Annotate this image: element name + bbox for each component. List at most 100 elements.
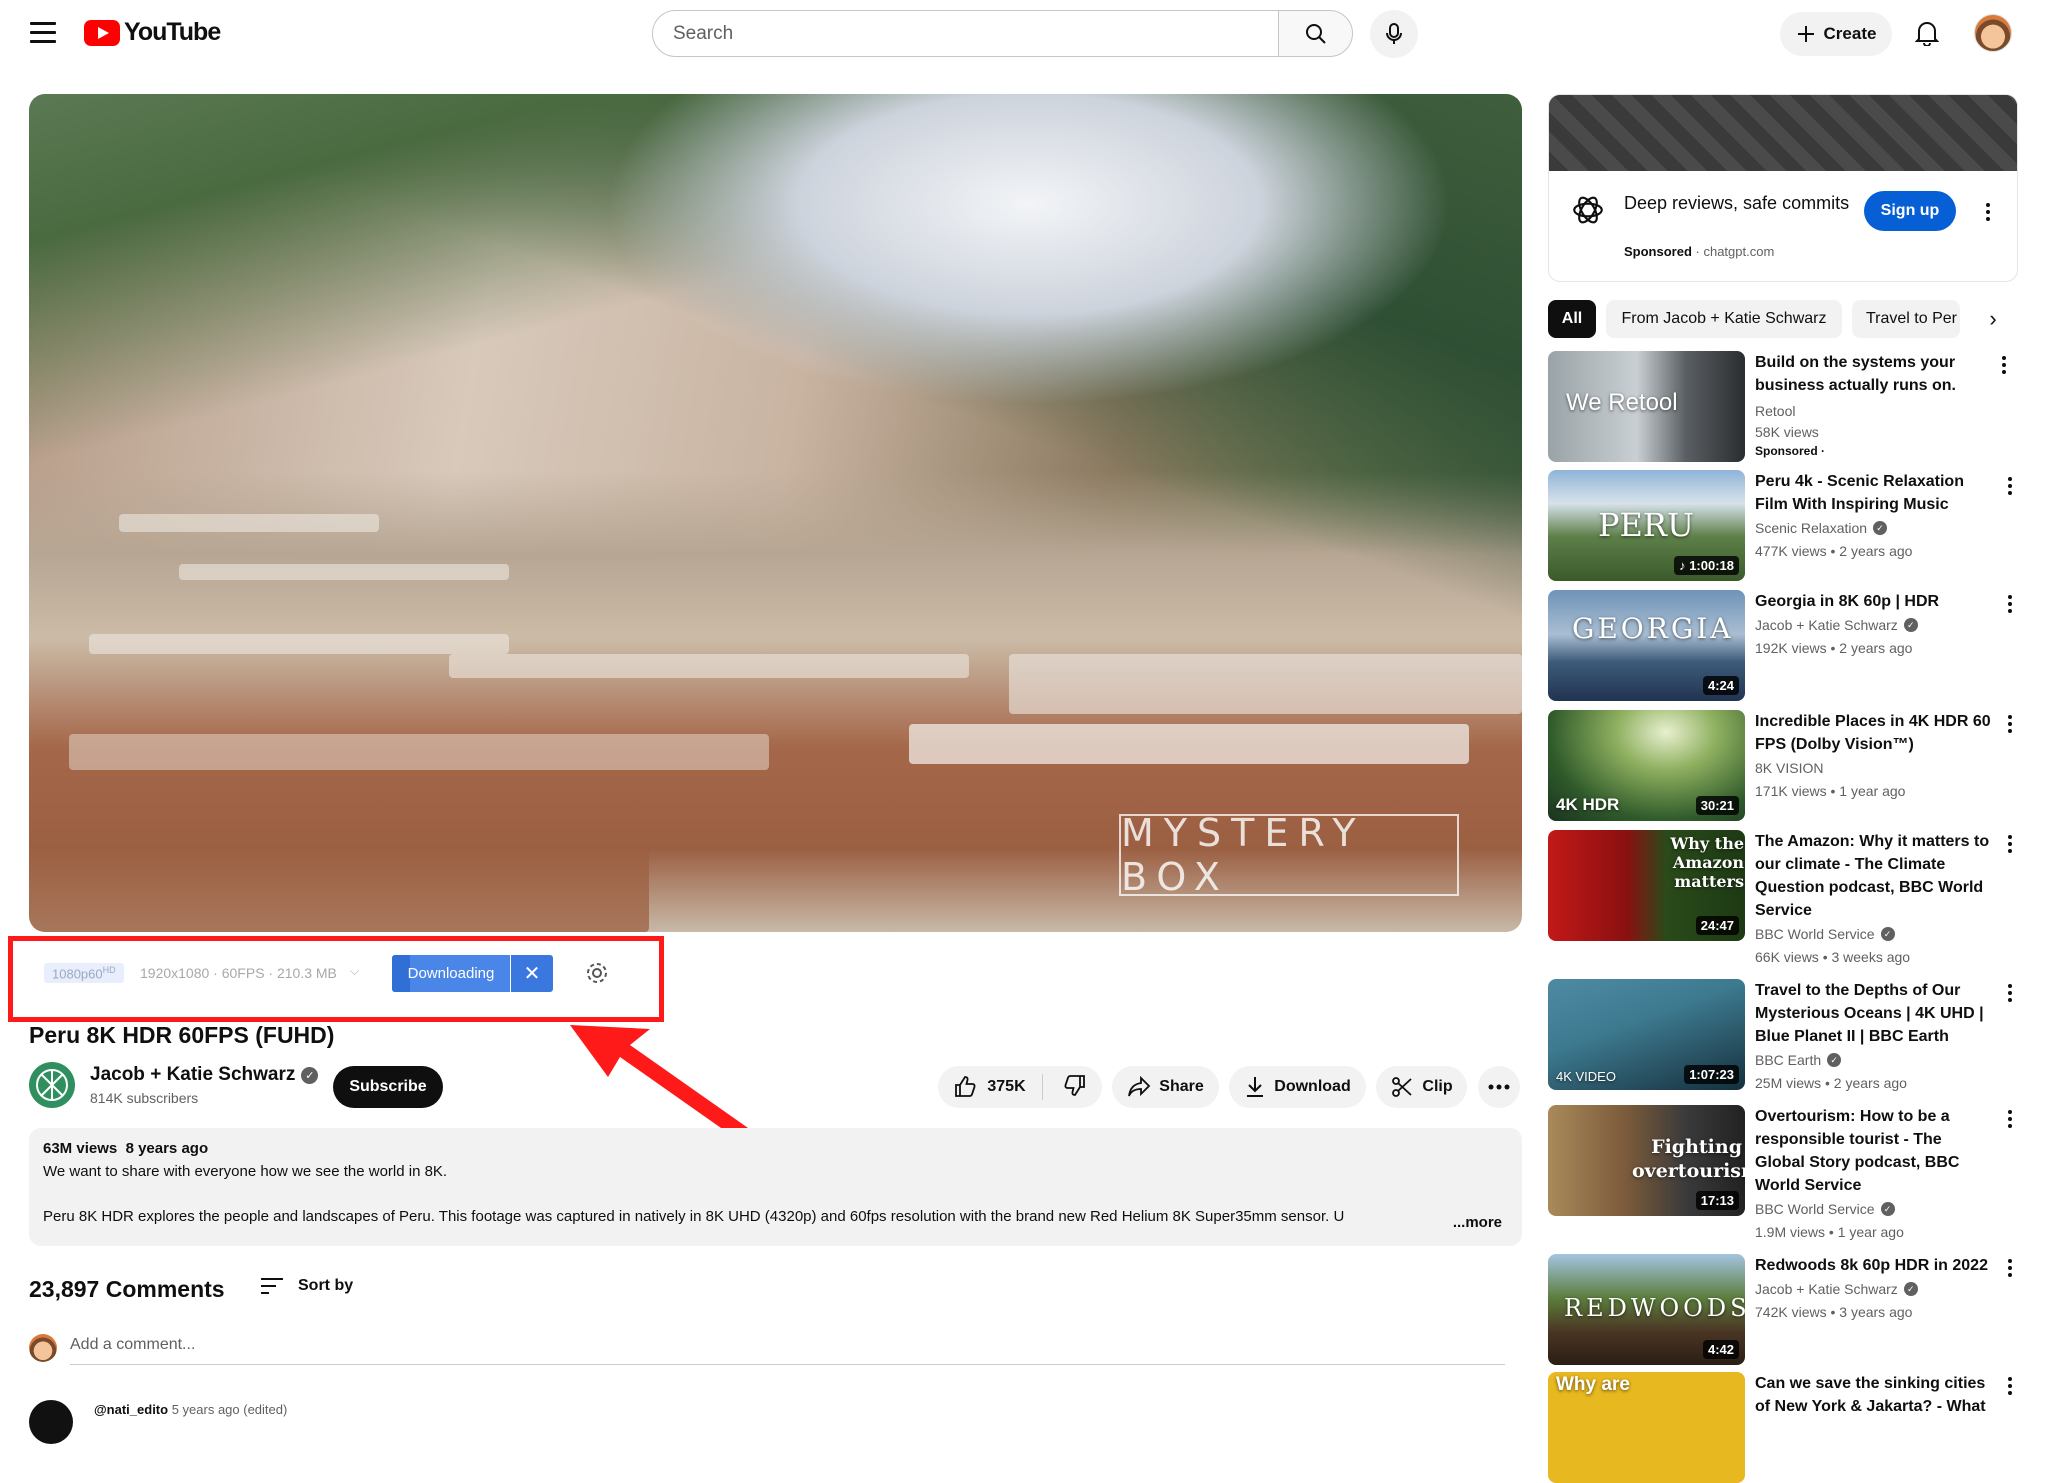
thumbnail-overlay-text: Fighting overtourism bbox=[1632, 1136, 1745, 1182]
chevron-right-icon[interactable]: › bbox=[1978, 304, 2008, 334]
cancel-download-button[interactable]: ✕ bbox=[511, 955, 553, 992]
clip-button[interactable]: Clip bbox=[1376, 1066, 1467, 1108]
gear-icon[interactable] bbox=[584, 960, 610, 986]
sponsored-label: Sponsored bbox=[1624, 244, 1692, 259]
thumbnail-overlay-text: Why are bbox=[1556, 1374, 1630, 1395]
rec-title[interactable]: Can we save the sinking cities of New Yo… bbox=[1755, 1372, 1995, 1418]
more-vert-icon[interactable] bbox=[2000, 712, 2020, 736]
duration-badge: 30:21 bbox=[1695, 796, 1739, 815]
chip-travel[interactable]: Travel to Per bbox=[1852, 300, 1960, 338]
subscribe-button[interactable]: Subscribe bbox=[333, 1066, 443, 1108]
rec-channel[interactable]: BBC Earth ✓ bbox=[1755, 1052, 1842, 1068]
more-vert-icon[interactable] bbox=[2000, 832, 2020, 856]
search-button[interactable] bbox=[1278, 10, 1353, 57]
rec-title[interactable]: Travel to the Depths of Our Mysterious O… bbox=[1755, 979, 1995, 1048]
sponsored-ad-card[interactable] bbox=[1548, 94, 2018, 282]
video-thumbnail[interactable]: GEORGIA 4:24 bbox=[1548, 590, 1745, 701]
terrace-decoration bbox=[69, 734, 769, 770]
notifications-bell-icon[interactable] bbox=[1910, 16, 1944, 50]
show-more-link[interactable]: ...more bbox=[1448, 1214, 1502, 1231]
close-icon: ✕ bbox=[523, 963, 541, 985]
voice-search-button[interactable] bbox=[1370, 10, 1418, 58]
menu-icon[interactable] bbox=[30, 22, 56, 44]
chevron-down-icon[interactable]: ⌵ bbox=[350, 964, 359, 979]
subscriber-count: 814K subscribers bbox=[90, 1090, 199, 1106]
quality-selector[interactable]: 1080p60HD bbox=[44, 963, 124, 984]
download-button[interactable]: Download bbox=[1229, 1066, 1366, 1108]
more-vert-icon[interactable] bbox=[2000, 474, 2020, 498]
more-vert-icon[interactable] bbox=[2000, 1107, 2020, 1131]
add-comment-input[interactable]: Add a comment... bbox=[70, 1336, 1505, 1365]
resolution-info[interactable]: 1920x1080 · 60FPS · 210.3 MB bbox=[140, 965, 337, 981]
thumbnail-overlay-text: We Retool bbox=[1566, 389, 1678, 416]
chip-from-channel[interactable]: From Jacob + Katie Schwarz bbox=[1606, 300, 1842, 338]
ad-menu-icon[interactable] bbox=[1978, 200, 1998, 224]
duration-badge: 17:13 bbox=[1695, 1191, 1739, 1210]
description-line-1: We want to share with everyone how we se… bbox=[43, 1163, 448, 1180]
more-vert-icon[interactable] bbox=[2000, 981, 2020, 1005]
search-input[interactable]: Search bbox=[652, 10, 1279, 57]
rec-title[interactable]: Overtourism: How to be a responsible tou… bbox=[1755, 1105, 1995, 1197]
thumbs-down-icon bbox=[1064, 1074, 1085, 1096]
verified-icon: ✓ bbox=[1827, 1053, 1842, 1067]
rec-meta: 1.9M views • 1 year ago bbox=[1755, 1224, 1904, 1240]
rec-title[interactable]: Build on the systems your business actua… bbox=[1755, 351, 1995, 397]
rec-channel[interactable]: Jacob + Katie Schwarz ✓ bbox=[1755, 617, 1918, 633]
more-vert-icon[interactable] bbox=[2000, 592, 2020, 616]
rec-channel[interactable]: Retool bbox=[1755, 403, 1795, 419]
player-watermark: MYSTERY BOX bbox=[1119, 811, 1459, 899]
video-thumbnail[interactable]: 4K VIDEO 1:07:23 bbox=[1548, 979, 1745, 1090]
like-dislike-group: 375K bbox=[938, 1066, 1102, 1108]
youtube-logo[interactable]: YouTube bbox=[84, 18, 221, 47]
channel-name[interactable]: Jacob + Katie Schwarz ✓ bbox=[90, 1064, 319, 1086]
ad-sponsor-line: Sponsored · chatgpt.com bbox=[1624, 244, 1774, 259]
rec-channel[interactable]: BBC World Service ✓ bbox=[1755, 1201, 1895, 1217]
more-vert-icon[interactable] bbox=[2000, 1256, 2020, 1280]
account-avatar[interactable] bbox=[1974, 14, 2012, 52]
video-thumbnail[interactable]: Why are bbox=[1548, 1372, 1745, 1483]
rec-meta: 25M views • 2 years ago bbox=[1755, 1075, 1907, 1091]
chip-all[interactable]: All bbox=[1548, 300, 1596, 338]
sort-by-button[interactable]: Sort by bbox=[260, 1276, 353, 1296]
rec-title[interactable]: Redwoods 8k 60p HDR in 2022 bbox=[1755, 1254, 1995, 1277]
rec-channel[interactable]: 8K VISION bbox=[1755, 760, 1823, 776]
ad-title[interactable]: Deep reviews, safe commits bbox=[1624, 190, 1854, 216]
rec-title[interactable]: Incredible Places in 4K HDR 60 FPS (Dolb… bbox=[1755, 710, 1995, 756]
rec-title[interactable]: Georgia in 8K 60p | HDR bbox=[1755, 590, 1995, 613]
video-thumbnail[interactable]: 4K HDR 30:21 bbox=[1548, 710, 1745, 821]
rec-title[interactable]: Peru 4k - Scenic Relaxation Film With In… bbox=[1755, 470, 1995, 516]
rec-title[interactable]: The Amazon: Why it matters to our climat… bbox=[1755, 830, 1995, 922]
dislike-button[interactable] bbox=[1051, 1073, 1087, 1102]
ad-domain: · chatgpt.com bbox=[1695, 244, 1775, 259]
openai-logo-icon bbox=[1573, 196, 1603, 224]
video-thumbnail[interactable]: PERU ♪ 1:00:18 bbox=[1548, 470, 1745, 581]
rec-channel[interactable]: BBC World Service ✓ bbox=[1755, 926, 1895, 942]
description-box[interactable]: 63M views 8 years ago We want to share w… bbox=[29, 1128, 1522, 1246]
more-actions-button[interactable] bbox=[1478, 1066, 1520, 1108]
create-label: Create bbox=[1823, 24, 1877, 43]
video-player[interactable]: MYSTERY BOX bbox=[29, 94, 1522, 932]
comment-author[interactable]: @nati_edito bbox=[94, 1402, 168, 1417]
terrace-decoration bbox=[449, 654, 969, 678]
verified-icon: ✓ bbox=[1880, 1202, 1895, 1216]
share-button[interactable]: Share bbox=[1112, 1066, 1219, 1108]
commenter-avatar[interactable] bbox=[29, 1400, 73, 1444]
channel-avatar[interactable] bbox=[29, 1062, 75, 1108]
rec-channel[interactable]: Jacob + Katie Schwarz ✓ bbox=[1755, 1281, 1918, 1297]
create-button[interactable]: Create bbox=[1780, 12, 1892, 56]
video-thumbnail[interactable]: Why the Amazon matters 24:47 bbox=[1548, 830, 1745, 941]
search-icon bbox=[1305, 23, 1326, 44]
video-thumbnail[interactable]: REDWOODS 4:42 bbox=[1548, 1254, 1745, 1365]
video-thumbnail[interactable]: Fighting overtourism 17:13 bbox=[1548, 1105, 1745, 1216]
video-thumbnail[interactable]: We Retool bbox=[1548, 351, 1745, 462]
clip-label: Clip bbox=[1422, 1078, 1453, 1095]
rec-channel[interactable]: Scenic Relaxation ✓ bbox=[1755, 520, 1888, 536]
like-button[interactable]: 375K bbox=[953, 1074, 1043, 1100]
downloading-button[interactable]: Downloading bbox=[392, 955, 510, 992]
download-icon bbox=[1247, 1077, 1264, 1097]
terrace-decoration bbox=[89, 634, 509, 654]
more-vert-icon[interactable] bbox=[1994, 353, 2014, 377]
sign-up-button[interactable]: Sign up bbox=[1864, 191, 1956, 231]
more-vert-icon[interactable] bbox=[2000, 1374, 2020, 1398]
thumbnail-overlay-text: 4K HDR bbox=[1556, 795, 1620, 814]
